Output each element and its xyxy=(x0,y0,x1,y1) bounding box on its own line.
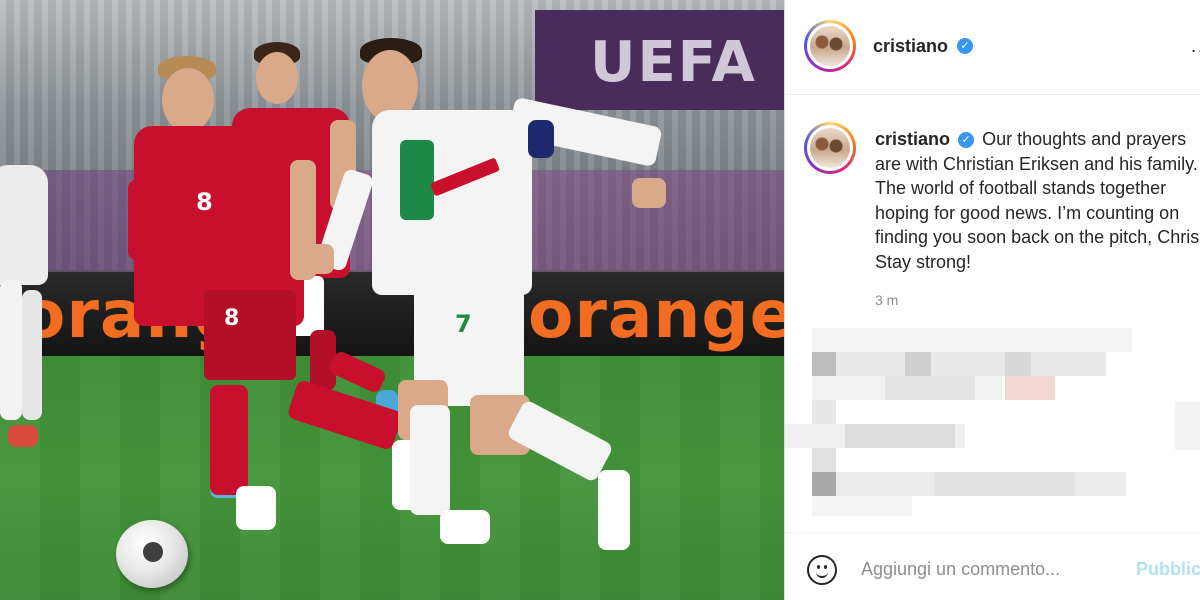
avatar-image xyxy=(810,26,850,66)
comment-bar: Pubblica xyxy=(785,532,1200,600)
uefa-board-text: UEFA xyxy=(590,30,757,95)
caption-avatar[interactable] xyxy=(804,122,856,174)
author-username[interactable]: cristiano xyxy=(873,36,948,57)
publish-button[interactable]: Pubblica xyxy=(1136,559,1200,580)
verified-badge-icon: ✓ xyxy=(958,132,975,148)
emoji-icon[interactable] xyxy=(807,555,837,585)
caption-text: Our thoughts and prayers are with Christ… xyxy=(875,129,1200,272)
avatar-image xyxy=(810,128,850,168)
comment-input[interactable] xyxy=(861,557,1121,581)
caption-username[interactable]: cristiano xyxy=(875,129,950,149)
shorts-number: 7 xyxy=(455,310,472,338)
shirt-number: 8 xyxy=(196,188,213,216)
author-avatar[interactable] xyxy=(804,20,856,72)
verified-badge-icon: ✓ xyxy=(957,38,973,54)
post-caption: cristiano ✓ Our thoughts and prayers are… xyxy=(875,127,1200,274)
post-side-panel: cristiano ✓ ... cristiano ✓ Our thoughts… xyxy=(784,0,1200,600)
football-panel xyxy=(143,542,163,562)
advertising-text: orange xyxy=(528,276,784,353)
post-header: cristiano ✓ ... xyxy=(785,0,1200,95)
post-timestamp[interactable]: 3 m xyxy=(875,292,898,308)
more-options-icon[interactable]: ... xyxy=(1191,36,1200,57)
shorts-number: 8 xyxy=(224,306,240,331)
post-photo[interactable]: UEFA orange orange 8 8 xyxy=(0,0,784,600)
blurred-comments xyxy=(785,322,1200,522)
